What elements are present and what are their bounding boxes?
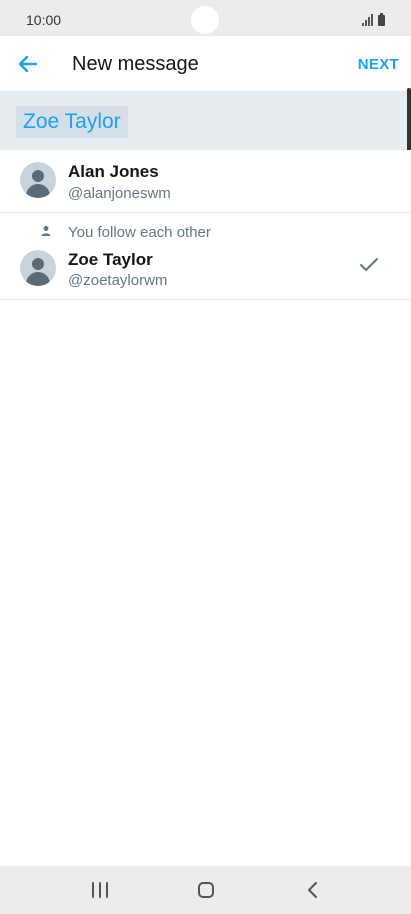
back-button[interactable] — [14, 50, 42, 78]
app-header: New message NEXT — [0, 36, 411, 92]
camera-cutout — [191, 6, 219, 34]
avatar — [20, 162, 56, 198]
user-row-zoe-taylor[interactable]: You follow each other Zoe Taylor @zoetay… — [0, 213, 411, 300]
user-name: Alan Jones — [68, 162, 159, 181]
arrow-left-icon — [18, 55, 38, 73]
recipient-input[interactable]: Zoe Taylor — [0, 92, 411, 150]
recent-apps-icon — [92, 882, 108, 898]
battery-icon — [378, 13, 385, 26]
page-title: New message — [72, 53, 199, 75]
person-icon — [41, 226, 51, 236]
user-name: Zoe Taylor — [68, 250, 153, 269]
status-bar: 10:00 — [0, 0, 411, 36]
home-button[interactable] — [193, 878, 219, 902]
recipient-chip[interactable]: Zoe Taylor — [16, 106, 128, 138]
status-time: 10:00 — [26, 12, 62, 28]
follow-status: You follow each other — [68, 224, 211, 241]
signal-icon — [362, 14, 373, 26]
system-nav-bar — [0, 866, 411, 914]
user-handle: @alanjoneswm — [68, 185, 171, 202]
back-nav-button[interactable] — [300, 878, 326, 902]
checkmark-icon — [360, 258, 378, 271]
user-handle: @zoetaylorwm — [68, 272, 168, 289]
user-row-alan-jones[interactable]: Alan Jones @alanjoneswm — [0, 150, 411, 213]
avatar — [20, 250, 56, 286]
status-icons — [362, 12, 385, 26]
home-icon — [198, 882, 214, 898]
back-chevron-icon — [308, 882, 317, 898]
next-button[interactable]: NEXT — [358, 56, 399, 73]
recent-apps-button[interactable] — [87, 878, 113, 902]
